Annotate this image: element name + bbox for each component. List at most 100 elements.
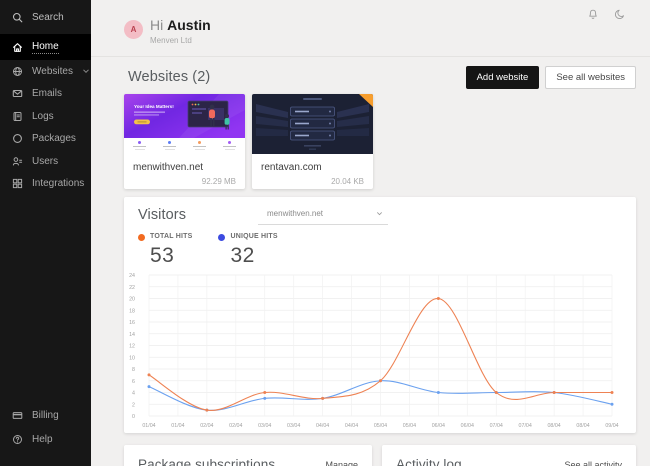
website-name: rentavan.com <box>261 162 364 173</box>
svg-text:05/04: 05/04 <box>403 423 416 429</box>
circle-icon <box>12 133 23 144</box>
svg-text:06/04: 06/04 <box>461 423 474 429</box>
website-card-menwithven[interactable]: Your Idea Matters! <box>124 94 245 189</box>
bell-icon[interactable] <box>587 8 599 21</box>
activity-log-card: Activity log See all activity <box>382 445 636 466</box>
sidebar-item-label: Integrations <box>32 178 84 189</box>
sidebar-item-label: Emails <box>32 88 62 99</box>
website-cards: Your Idea Matters! <box>124 94 636 189</box>
sidebar-item-websites[interactable]: Websites <box>0 60 91 82</box>
greeting: Hi Austin Menven Ltd <box>150 17 211 45</box>
feature-row <box>124 138 245 154</box>
package-subscriptions-title: Package subscriptions <box>138 457 275 466</box>
company-name: Menven Ltd <box>150 36 211 45</box>
sidebar-item-packages[interactable]: Packages <box>0 128 91 150</box>
greeting-prefix: Hi <box>150 17 163 33</box>
sidebar-item-home[interactable]: Home <box>0 34 91 60</box>
sidebar-nav: Home Websites Emails Logs <box>0 34 91 195</box>
svg-text:05/04: 05/04 <box>374 423 387 429</box>
notebook-icon <box>12 111 23 122</box>
stat-label: UNIQUE HITS <box>230 233 277 240</box>
svg-text:03/04: 03/04 <box>287 423 300 429</box>
sidebar-item-emails[interactable]: Emails <box>0 83 91 105</box>
svg-text:04/04: 04/04 <box>345 423 358 429</box>
see-all-websites-button[interactable]: See all websites <box>545 66 636 89</box>
sidebar-item-label: Home <box>32 41 59 54</box>
bottom-row: Package subscriptions Manage Activity lo… <box>124 445 636 466</box>
visitors-title: Visitors <box>138 207 186 223</box>
svg-text:12: 12 <box>129 344 135 350</box>
avatar[interactable]: A <box>124 20 143 39</box>
svg-text:08/04: 08/04 <box>547 423 560 429</box>
svg-text:03/04: 03/04 <box>258 423 271 429</box>
unique-hits-dot <box>218 234 225 241</box>
website-card-rentavan[interactable]: rentavan.com 20.04 KB <box>252 94 373 189</box>
sidebar-item-label: Billing <box>32 410 59 421</box>
website-name: menwithven.net <box>133 162 236 173</box>
svg-text:2: 2 <box>132 402 135 408</box>
website-thumbnail: Your Idea Matters! <box>124 94 245 154</box>
svg-text:02/04: 02/04 <box>200 423 213 429</box>
website-size: 92.29 MB <box>133 177 236 186</box>
see-all-activity-link[interactable]: See all activity <box>564 460 622 466</box>
svg-text:16: 16 <box>129 320 135 326</box>
visitors-line-chart: 02468101214161820222401/0401/0402/0402/0… <box>124 269 636 429</box>
websites-title: Websites (2) <box>124 69 210 85</box>
users-icon <box>12 156 23 167</box>
activity-log-title: Activity log <box>396 457 462 466</box>
svg-text:09/04: 09/04 <box>605 423 618 429</box>
svg-text:20: 20 <box>129 297 135 303</box>
sidebar-search[interactable]: Search <box>0 0 91 32</box>
visitors-legend: TOTAL HITS 53 UNIQUE HITS 32 <box>138 233 278 268</box>
stat-total-hits: TOTAL HITS 53 <box>138 233 192 268</box>
websites-header: Websites (2) Add website See all website… <box>124 67 636 87</box>
question-icon <box>12 434 23 445</box>
sidebar-item-users[interactable]: Users <box>0 150 91 172</box>
stat-label: TOTAL HITS <box>150 233 192 240</box>
svg-text:01/04: 01/04 <box>142 423 155 429</box>
user-name: Austin <box>167 17 211 33</box>
sidebar-item-label: Help <box>32 434 53 445</box>
sidebar-item-label: Users <box>32 156 58 167</box>
site-select-value: menwithven.net <box>267 209 323 218</box>
svg-text:04/04: 04/04 <box>316 423 329 429</box>
svg-text:4: 4 <box>132 391 135 397</box>
svg-text:02/04: 02/04 <box>229 423 242 429</box>
sidebar-footer: Billing Help <box>0 405 91 466</box>
svg-text:10: 10 <box>129 355 135 361</box>
sidebar-item-integrations[interactable]: Integrations <box>0 173 91 195</box>
sidebar-item-label: Websites <box>32 66 73 77</box>
svg-text:6: 6 <box>132 379 135 385</box>
credit-card-icon <box>12 410 23 421</box>
stat-value: 53 <box>150 244 192 268</box>
site-select[interactable]: menwithven.net <box>258 204 388 225</box>
add-website-button[interactable]: Add website <box>466 66 540 89</box>
svg-text:8: 8 <box>132 367 135 373</box>
main-content: A Hi Austin Menven Ltd Websites (2) Add … <box>91 0 650 466</box>
svg-text:24: 24 <box>129 273 135 279</box>
svg-text:14: 14 <box>129 332 135 338</box>
svg-text:06/04: 06/04 <box>432 423 445 429</box>
globe-icon <box>12 66 23 77</box>
sidebar-item-help[interactable]: Help <box>0 429 91 450</box>
manage-link[interactable]: Manage <box>325 460 358 466</box>
envelope-icon <box>12 88 23 99</box>
hero-title: Your Idea Matters! <box>134 104 174 109</box>
chevron-down-icon <box>82 67 90 75</box>
greeting-line: Hi Austin <box>150 17 211 33</box>
sidebar-search-label: Search <box>32 12 64 23</box>
svg-text:0: 0 <box>132 414 135 420</box>
moon-icon[interactable] <box>614 8 626 21</box>
svg-text:22: 22 <box>129 285 135 291</box>
stat-unique-hits: UNIQUE HITS 32 <box>218 233 277 268</box>
home-icon <box>12 42 23 53</box>
svg-text:18: 18 <box>129 308 135 314</box>
total-hits-dot <box>138 234 145 241</box>
svg-text:08/04: 08/04 <box>576 423 589 429</box>
svg-text:01/04: 01/04 <box>171 423 184 429</box>
sidebar-item-billing[interactable]: Billing <box>0 405 91 426</box>
stat-value: 32 <box>230 244 277 268</box>
svg-text:07/04: 07/04 <box>519 423 532 429</box>
sidebar-item-logs[interactable]: Logs <box>0 105 91 127</box>
sidebar: Search Home Websites Emails <box>0 0 91 466</box>
